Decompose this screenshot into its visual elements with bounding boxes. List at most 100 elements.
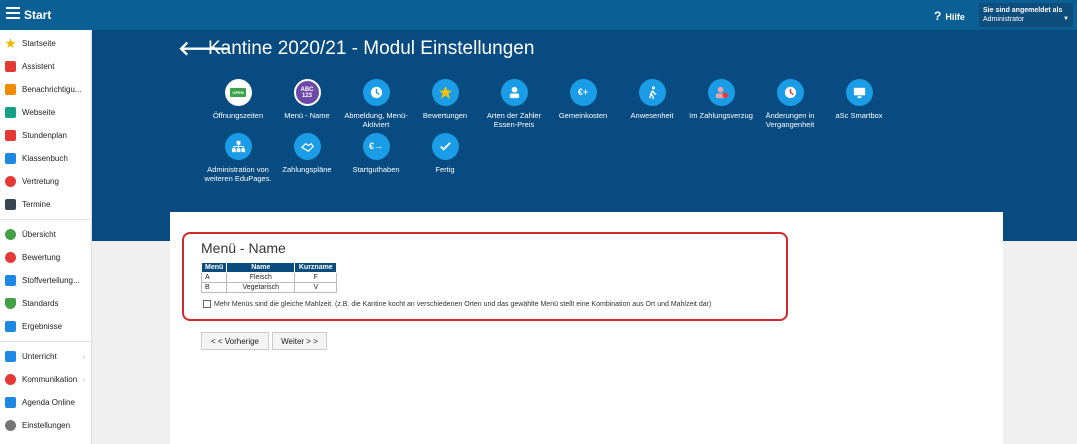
gear-icon <box>5 420 16 431</box>
sidebar-item-benachrichtigungen[interactable]: Benachrichtigu... <box>0 78 91 101</box>
grid-icon <box>5 130 16 141</box>
tile-menue-name[interactable]: ABC 123 Menü - Name <box>271 79 343 120</box>
tile-label: aSc Smartbox <box>835 111 883 120</box>
column-header: Kurzname <box>294 262 338 273</box>
tile-label: Gemeinkosten <box>558 111 608 120</box>
menu-shortname-cell[interactable]: V <box>294 282 338 293</box>
sidebar-item-label: Benachrichtigu... <box>22 85 82 94</box>
sidebar-item-label: Startseite <box>22 39 56 48</box>
bar-chart-icon <box>5 321 16 332</box>
previous-button[interactable]: < < Vorherige <box>201 332 269 350</box>
history-icon <box>776 79 804 106</box>
tile-asc-smartbox[interactable]: aSc Smartbox <box>823 79 895 120</box>
sidebar-item-klassenbuch[interactable]: Klassenbuch <box>0 147 91 170</box>
sidebar-item-label: Bewertung <box>22 253 61 262</box>
sidebar: Startseite Assistent Benachrichtigu... W… <box>0 30 92 444</box>
tile-zahlungsverzug[interactable]: Im Zahlungsverzug <box>685 79 757 120</box>
sidebar-item-unterricht[interactable]: Unterricht › <box>0 345 91 368</box>
sidebar-item-label: Ergebnisse <box>22 322 63 331</box>
sidebar-item-stundenplan[interactable]: Stundenplan <box>0 124 91 147</box>
menu-name-cell[interactable]: Fleisch <box>226 272 296 283</box>
handshake-icon <box>293 133 321 160</box>
tile-label: Bewertungen <box>422 111 468 120</box>
wand-icon <box>5 61 16 72</box>
tile-anwesenheit[interactable]: Anwesenheit <box>616 79 688 120</box>
same-meal-checkbox-label[interactable]: Mehr Menüs sind die gleiche Mahlzeit. (z… <box>214 301 711 308</box>
next-button[interactable]: Weiter > > <box>272 332 327 350</box>
chevron-down-icon: ▼ <box>1063 16 1069 22</box>
star-icon <box>431 79 459 106</box>
tile-label: Startguthaben <box>352 165 400 174</box>
tile-label: Änderungen in Vergangenheit <box>765 111 815 129</box>
sidebar-item-termine[interactable]: Termine <box>0 193 91 216</box>
sidebar-item-kommunikation[interactable]: Kommunikation › <box>0 368 91 391</box>
menu-table: Menü Name Kurzname A Fleisch F B Vegetar… <box>200 262 338 293</box>
list-icon <box>5 275 16 286</box>
menu-shortname-cell[interactable]: F <box>294 272 338 283</box>
tile-label: Fertig <box>435 165 455 174</box>
tile-aenderungen-vergangenheit[interactable]: Änderungen in Vergangenheit <box>754 79 826 129</box>
sidebar-item-standards[interactable]: Standards <box>0 292 91 315</box>
briefcase-icon <box>5 351 16 362</box>
chat-icon <box>5 374 16 385</box>
chevron-right-icon: › <box>82 352 85 361</box>
tile-label: Zahlungspläne <box>282 165 332 174</box>
checkmark-icon <box>431 133 459 160</box>
tile-oeffnungszeiten[interactable]: OPEN Öffnungszeiten <box>202 79 274 120</box>
home-icon <box>5 107 16 118</box>
euro-plus-icon: €+ <box>569 79 597 106</box>
page-title: Kantine 2020/21 - Modul Einstellungen <box>208 38 535 59</box>
tile-gemeinkosten[interactable]: €+ Gemeinkosten <box>547 79 619 120</box>
start-link[interactable]: Start <box>24 8 51 22</box>
sidebar-item-startseite[interactable]: Startseite <box>0 32 91 55</box>
sidebar-item-label: Assistent <box>22 62 55 71</box>
table-header-row: Menü Name Kurzname <box>200 262 338 273</box>
sidebar-item-label: Kommunikation <box>22 375 78 384</box>
tile-startguthaben[interactable]: €→ Startguthaben <box>340 133 412 174</box>
tile-arten-der-zahler[interactable]: Arten der Zahler Essen-Preis <box>478 79 550 129</box>
sidebar-item-assistent[interactable]: Assistent <box>0 55 91 78</box>
sidebar-item-bewertung[interactable]: Bewertung <box>0 246 91 269</box>
question-icon: ? <box>934 9 942 23</box>
sidebar-item-einstellungen[interactable]: Einstellungen <box>0 414 91 437</box>
tile-fertig[interactable]: Fertig <box>409 133 481 174</box>
column-header: Menü <box>200 262 228 273</box>
hamburger-menu-icon[interactable] <box>6 7 20 19</box>
sidebar-item-label: Webseite <box>22 108 56 117</box>
shield-icon <box>5 298 16 309</box>
menu-code-cell: A <box>200 272 228 283</box>
sidebar-divider <box>0 219 91 220</box>
sidebar-divider <box>0 341 91 342</box>
tile-bewertungen[interactable]: Bewertungen <box>409 79 481 120</box>
tile-label: Anwesenheit <box>630 111 674 120</box>
menu-name-cell[interactable]: Vegetarisch <box>226 282 296 293</box>
tile-abmeldung[interactable]: Abmeldung, Menü-Aktiviert <box>340 79 412 129</box>
tile-zahlungsplaene[interactable]: Zahlungspläne <box>271 133 343 174</box>
sidebar-item-ergebnisse[interactable]: Ergebnisse <box>0 315 91 338</box>
sidebar-item-label: Einstellungen <box>22 421 71 430</box>
calendar-icon <box>5 199 16 210</box>
tile-administration-edupages[interactable]: Administration von weiteren EduPages. <box>202 133 274 183</box>
tile-label: Menü - Name <box>284 111 330 120</box>
sidebar-item-uebersicht[interactable]: Übersicht <box>0 223 91 246</box>
star-icon <box>5 38 16 49</box>
tile-label: Administration von weiteren EduPages. <box>204 165 272 183</box>
help-button[interactable]: ? Hilfe <box>934 9 965 23</box>
sidebar-item-label: Übersicht <box>22 230 56 239</box>
content-panel: Menü - Name Menü Name Kurzname A Fleisch… <box>170 212 1003 444</box>
sidebar-item-stoffverteilung[interactable]: Stoffverteilung... <box>0 269 91 292</box>
sidebar-item-webseite[interactable]: Webseite <box>0 101 91 124</box>
monitor-icon <box>845 79 873 106</box>
pen-icon <box>5 397 16 408</box>
same-meal-checkbox[interactable] <box>203 300 211 308</box>
book-icon <box>5 153 16 164</box>
sidebar-item-agenda-online[interactable]: Agenda Online <box>0 391 91 414</box>
table-row: A Fleisch F <box>200 272 338 283</box>
person-money-icon <box>500 79 528 106</box>
user-dropdown[interactable]: Sie sind angemeldet als Administrator ▼ <box>979 3 1073 27</box>
sidebar-item-label: Stundenplan <box>22 131 67 140</box>
abc-icon: ABC 123 <box>293 79 321 106</box>
sidebar-item-vertretung[interactable]: Vertretung <box>0 170 91 193</box>
sidebar-item-label: Stoffverteilung... <box>22 276 80 285</box>
module-header: 🡐 Kantine 2020/21 - Modul Einstellungen … <box>92 30 1077 241</box>
